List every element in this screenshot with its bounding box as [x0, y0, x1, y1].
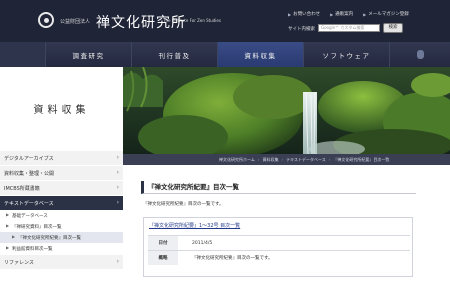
- sidebar-item-reference[interactable]: リファレンス ›: [0, 254, 123, 269]
- contact-link[interactable]: ▶ お問い合わせ: [288, 11, 320, 18]
- breadcrumb: 禅文化研究所ホーム › 資料収集 › テキストデータベース › 『禅文化研究所紀…: [123, 154, 450, 165]
- row-label: 概略: [148, 251, 178, 265]
- moss-waterfall-illustration: [123, 67, 450, 154]
- breadcrumb-text-db[interactable]: テキストデータベース: [286, 157, 326, 163]
- nav-end-cap: [389, 42, 450, 67]
- page-intro: 『禅文化研究所紀要』目次の一覧です。: [143, 202, 224, 207]
- entry-row-date: 日付 2011/4/5: [148, 235, 410, 250]
- breadcrumb-separator: ›: [257, 157, 260, 162]
- breadcrumb-separator: ›: [328, 157, 331, 162]
- search-button[interactable]: 検索: [383, 23, 403, 33]
- chevron-right-icon: ›: [116, 258, 119, 265]
- triangle-icon: ▶: [6, 245, 10, 250]
- chevron-down-icon: ›: [116, 199, 119, 206]
- sidebar-menu: デジタルアーカイブス › 資料収集・整理・公開 › IMCBS所蔵書籍 › テキストデ…: [0, 150, 123, 269]
- arrow-right-icon: ▶: [288, 11, 292, 17]
- lantern-icon: [416, 50, 424, 59]
- arrow-right-icon: ▶: [330, 11, 334, 17]
- row-value: 2011/4/5: [192, 240, 213, 246]
- nav-publishing[interactable]: 刊行普及: [131, 42, 217, 67]
- chevron-right-icon: ›: [116, 184, 119, 191]
- sidebar-subitem-library-index[interactable]: ▶ 利益館資料目次一覧: [0, 243, 123, 254]
- nav-software[interactable]: ソフトウェア: [303, 42, 389, 67]
- page-title: 『禅文化研究所紀要』目次一覧: [141, 181, 416, 194]
- chevron-right-icon: ›: [116, 154, 119, 161]
- sidebar-subitem-basic-db[interactable]: ▶ 基础データベース: [0, 210, 123, 221]
- sidebar-subitem-zen-materials[interactable]: ▶ 『禅研究資料』目次一覧: [0, 221, 123, 232]
- sidebar: 資料収集 デジタルアーカイブス › 資料収集・整理・公開 › IMCBS所蔵書籍 › …: [0, 67, 123, 287]
- nav-spacer: [0, 42, 45, 67]
- search-input[interactable]: Google™ カスタム検索: [318, 24, 380, 32]
- arrow-right-icon: ▶: [363, 11, 367, 17]
- triangle-icon: ▶: [12, 234, 16, 239]
- sidebar-subitem-kiyo-index[interactable]: ▶ 『禅文化研究所紀要』目次一覧: [0, 232, 123, 243]
- triangle-icon: ▶: [6, 223, 10, 228]
- breadcrumb-separator: ›: [281, 157, 284, 162]
- sidebar-item-text-database[interactable]: テキストデータベース ›: [0, 195, 123, 210]
- entry-row-summary: 概略 『禅文化研究所紀要』目次の一覧です。: [148, 250, 410, 265]
- nav-materials[interactable]: 資料収集: [217, 42, 303, 67]
- newsletter-link[interactable]: ▶ メールマガジン登録: [363, 11, 409, 18]
- sidebar-title: 資料収集: [33, 105, 90, 116]
- triangle-icon: ▶: [6, 212, 10, 217]
- sidebar-item-digital-archives[interactable]: デジタルアーカイブス ›: [0, 150, 123, 165]
- breadcrumb-home[interactable]: 禅文化研究所ホーム: [219, 157, 255, 163]
- utility-links: ▶ お問い合わせ ▶ 通販案内 ▶ メールマガジン登録: [288, 11, 409, 18]
- sidebar-item-imcbs[interactable]: IMCBS所蔵書籍 ›: [0, 180, 123, 195]
- search-label: サイト内検索: [288, 27, 315, 32]
- hero-image: [123, 67, 450, 154]
- global-nav: 調査研究 刊行普及 資料収集 ソフトウェア: [0, 42, 450, 67]
- org-type-label: 公益財団法人: [60, 19, 91, 25]
- site-title-en: The Institute For Zen Studies: [163, 18, 221, 23]
- mail-order-link[interactable]: ▶ 通販案内: [330, 11, 353, 18]
- sidebar-item-collection[interactable]: 資料収集・整理・公開 ›: [0, 165, 123, 180]
- chevron-right-icon: ›: [116, 169, 119, 176]
- entry-card: 『禅文化研究所紀要』1〜32号 目次一覧 日付 2011/4/5 概略 『禅文化…: [143, 217, 413, 277]
- entry-title-link[interactable]: 『禅文化研究所紀要』1〜32号 目次一覧: [149, 222, 240, 229]
- breadcrumb-current: 『禅文化研究所紀要』目次一覧: [333, 156, 390, 162]
- site-header: 公益財団法人 禅文化研究所 The Institute For Zen Stud…: [0, 0, 450, 42]
- breadcrumb-materials[interactable]: 資料収集: [263, 157, 279, 163]
- row-label: 日付: [148, 236, 178, 250]
- logo-icon[interactable]: [38, 12, 54, 28]
- nav-research[interactable]: 調査研究: [45, 42, 131, 67]
- row-value: 『禅文化研究所紀要』目次の一覧です。: [192, 256, 273, 261]
